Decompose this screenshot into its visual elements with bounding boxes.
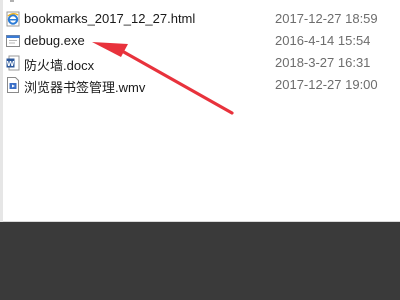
file-modified-date: 2017-12-27 19:00 xyxy=(275,77,378,92)
file-modified-date: 2018-3-27 16:31 xyxy=(275,55,371,70)
video-file-icon xyxy=(6,77,20,93)
svg-text:W: W xyxy=(7,60,15,68)
ie-html-icon xyxy=(6,11,20,27)
file-row[interactable]: bookmarks_2017_12_27.html 2017-12-27 18:… xyxy=(0,8,400,30)
file-row[interactable]: 浏览器书签管理.wmv 2017-12-27 19:00 xyxy=(0,74,400,96)
file-row[interactable]: debug.exe 2016-4-14 15:54 xyxy=(0,30,400,52)
file-modified-date: 2016-4-14 15:54 xyxy=(275,33,371,48)
file-name: debug.exe xyxy=(24,33,85,48)
file-list-pane: bookmarks_2017_12_27.html 2017-12-27 18:… xyxy=(0,0,400,222)
file-modified-date: 2017-12-27 18:59 xyxy=(275,11,378,26)
file-name: bookmarks_2017_12_27.html xyxy=(24,11,196,26)
file-name: 浏览器书签管理.wmv xyxy=(24,80,146,95)
clipped-row-fragment xyxy=(10,0,14,2)
exe-icon xyxy=(6,33,20,49)
word-doc-icon: W xyxy=(6,55,20,71)
file-explorer-window: bookmarks_2017_12_27.html 2017-12-27 18:… xyxy=(0,0,400,300)
file-name: 防火墙.docx xyxy=(24,58,95,73)
file-row[interactable]: W 防火墙.docx 2018-3-27 16:31 xyxy=(0,52,400,74)
desktop-background xyxy=(0,222,400,300)
